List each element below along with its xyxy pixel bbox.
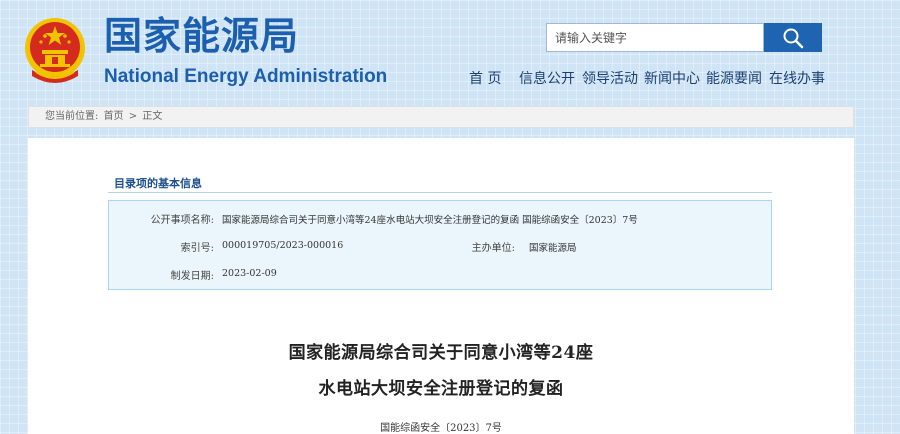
document-title-line2: 水电站大坝安全注册登记的复函 bbox=[318, 379, 564, 399]
breadcrumb-item-home[interactable]: 首页 bbox=[104, 111, 124, 122]
site-logo-en[interactable]: National Energy Administration bbox=[104, 66, 387, 88]
date-value: 2023-02-09 bbox=[222, 268, 277, 279]
search-button[interactable] bbox=[764, 23, 822, 52]
document-title-line1: 国家能源局综合司关于同意小湾等24座 bbox=[288, 343, 594, 363]
site-header: 国家能源局 National Energy Administration 首 页… bbox=[0, 0, 900, 100]
search-input[interactable] bbox=[546, 23, 764, 52]
nav-energy-news[interactable]: 能源要闻 bbox=[706, 68, 762, 88]
nav-news-center[interactable]: 新闻中心 bbox=[644, 68, 700, 88]
document-number: 国能综函安全〔2023〕7号 bbox=[380, 423, 502, 434]
breadcrumb-item-current: 正文 bbox=[142, 111, 163, 122]
nav-home[interactable]: 首 页 bbox=[469, 68, 501, 88]
nav-info-disclosure[interactable]: 信息公开 bbox=[519, 68, 575, 88]
org-value: 国家能源局 bbox=[529, 243, 577, 254]
breadcrumb-prefix: 您当前位置: bbox=[45, 111, 99, 122]
info-section-title: 目录项的基本信息 bbox=[114, 177, 202, 190]
date-label: 制发日期: bbox=[170, 271, 214, 282]
subject-label: 公开事项名称: bbox=[150, 215, 214, 226]
nav-online-services[interactable]: 在线办事 bbox=[769, 68, 825, 88]
search-icon bbox=[783, 28, 804, 48]
index-value: 000019705/2023-000016 bbox=[222, 240, 344, 251]
national-emblem-icon[interactable] bbox=[22, 14, 88, 88]
subject-value: 国家能源局综合司关于同意小湾等24座水电站大坝安全注册登记的复函 国能综函安全〔… bbox=[222, 215, 638, 226]
breadcrumb-separator: > bbox=[128, 111, 138, 122]
breadcrumb: 您当前位置: 首页 > 正文 bbox=[28, 106, 854, 128]
main-content: 目录项的基本信息 公开事项名称: 国家能源局综合司关于同意小湾等24座水电站大坝… bbox=[28, 138, 854, 434]
site-logo-cn[interactable]: 国家能源局 bbox=[104, 14, 299, 58]
index-label: 索引号: bbox=[180, 243, 214, 254]
org-label: 主办单位: bbox=[471, 243, 515, 254]
nav-leadership-activities[interactable]: 领导活动 bbox=[582, 68, 638, 88]
info-divider bbox=[108, 192, 772, 193]
info-table: 公开事项名称: 国家能源局综合司关于同意小湾等24座水电站大坝安全注册登记的复函… bbox=[108, 200, 772, 290]
